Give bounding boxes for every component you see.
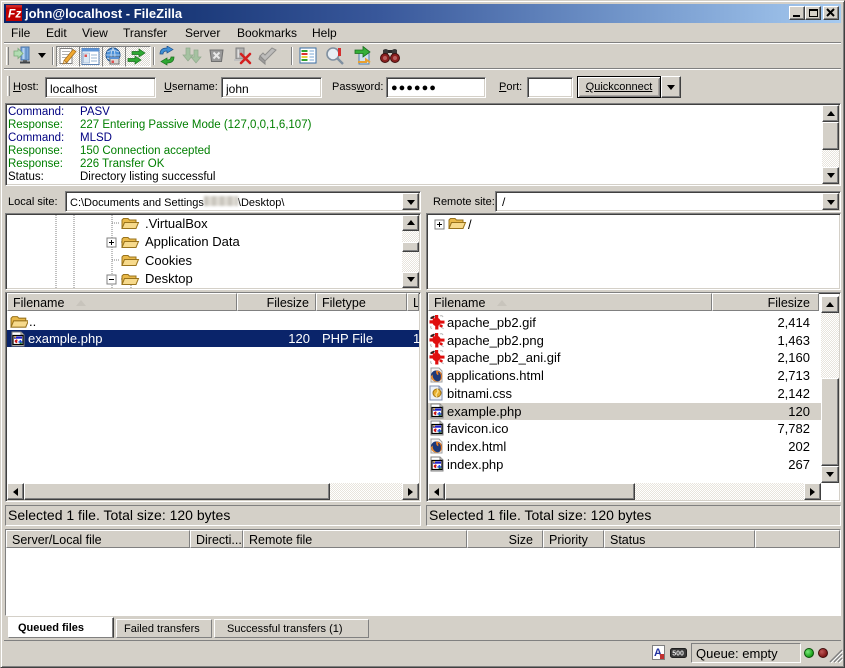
svg-text:Fz: Fz [8, 7, 21, 21]
svg-text:500: 500 [672, 651, 684, 658]
